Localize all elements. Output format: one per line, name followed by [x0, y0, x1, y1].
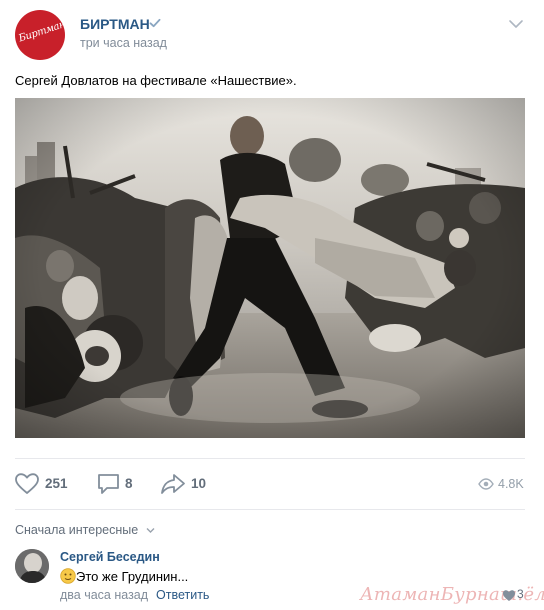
heart-icon[interactable]: [14, 472, 40, 496]
logo-text: Биртман: [17, 19, 65, 45]
comments-sort-dropdown[interactable]: Сначала интересные: [15, 523, 155, 537]
chevron-down-icon[interactable]: [508, 18, 524, 30]
sort-label: Сначала интересные: [15, 523, 139, 537]
post-time[interactable]: три часа назад: [80, 36, 167, 50]
divider: [15, 509, 525, 510]
comment-icon[interactable]: [96, 472, 122, 496]
eye-icon: [478, 478, 494, 490]
shares-count[interactable]: 10: [191, 476, 206, 491]
heart-icon[interactable]: [502, 589, 516, 602]
post-text: Сергей Довлатов на фестивале «Нашествие»…: [15, 73, 297, 88]
comment-time[interactable]: два часа назад: [60, 588, 148, 602]
chevron-down-icon: [146, 528, 155, 533]
share-icon[interactable]: [160, 472, 186, 496]
reply-button[interactable]: Ответить: [156, 588, 209, 602]
comments-count[interactable]: 8: [125, 476, 133, 491]
comment-author[interactable]: Сергей Беседин: [60, 550, 160, 564]
avatar-photo: [15, 549, 49, 583]
emoji-icon: [60, 568, 76, 584]
views-count: 4.8K: [498, 477, 524, 491]
likes-count[interactable]: 251: [45, 476, 68, 491]
post-photo[interactable]: [15, 98, 525, 438]
photo-illustration: [15, 98, 525, 438]
divider: [15, 458, 525, 459]
comment-text: Это же Грудинин...: [76, 569, 189, 584]
community-avatar[interactable]: Биртман: [15, 10, 65, 60]
commenter-avatar[interactable]: [15, 549, 49, 583]
post-author[interactable]: БИРТМАН: [80, 16, 150, 32]
comment-likes-count[interactable]: 3: [517, 587, 524, 601]
verified-icon: [149, 18, 161, 28]
